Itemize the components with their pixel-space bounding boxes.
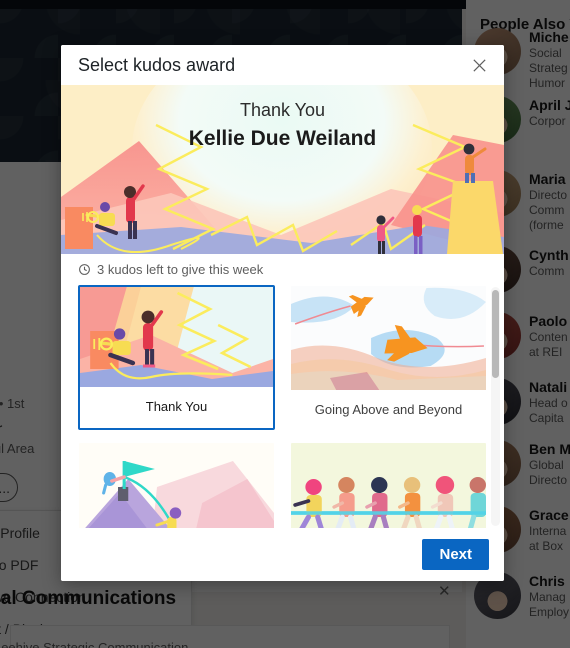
modal-title: Select kudos award (78, 54, 236, 75)
kudos-card-art-thank-you (80, 287, 273, 387)
clock-icon (78, 263, 91, 276)
kudos-card-scroll-area[interactable]: Thank You Going Above and Beyond (61, 285, 504, 528)
kudos-preview: Thank You Kellie Due Weiland (61, 85, 504, 254)
kudos-card-row2-left[interactable] (78, 442, 275, 528)
kudos-card-art-row2-right (291, 443, 486, 528)
kudos-card-grid: Thank You Going Above and Beyond (61, 285, 504, 528)
kudos-grid-scrollbar-thumb[interactable] (492, 290, 499, 378)
kudos-card-thank-you[interactable]: Thank You (78, 285, 275, 430)
modal-footer: Next (61, 528, 504, 581)
kudos-card-label-thank-you: Thank You (145, 399, 208, 414)
kudos-preview-recipient: Kellie Due Weiland (188, 127, 377, 150)
kudos-card-art-above-and-beyond (291, 286, 486, 390)
kudos-counter: 3 kudos left to give this week (61, 254, 504, 285)
kudos-preview-line1: Thank You (239, 100, 326, 120)
kudos-card-row2-right[interactable] (290, 442, 487, 528)
kudos-counter-text: 3 kudos left to give this week (97, 262, 264, 277)
kudos-card-above-and-beyond[interactable]: Going Above and Beyond (290, 285, 487, 430)
next-button[interactable]: Next (422, 539, 489, 570)
select-kudos-modal: Select kudos award Thank You Kellie Due … (61, 45, 504, 581)
kudos-card-art-row2-left (79, 443, 274, 528)
kudos-card-label-above-and-beyond: Going Above and Beyond (314, 402, 463, 417)
close-icon[interactable] (464, 50, 494, 80)
screen: d • 1st ger - Recr Paul Area e... Share … (0, 0, 570, 648)
kudos-grid-scrollbar[interactable] (491, 287, 500, 526)
modal-header: Select kudos award (61, 45, 504, 85)
kudos-preview-text: Thank You Kellie Due Weiland (61, 100, 504, 151)
